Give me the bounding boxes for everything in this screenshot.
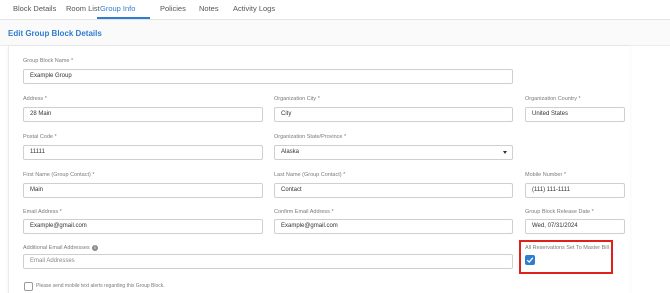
- active-tab-indicator: [97, 17, 150, 19]
- master-bill-label: All Reservations Set To Master Bill: [525, 245, 609, 251]
- email-label: Email Address *: [23, 209, 62, 215]
- org-country-label: Organization Country *: [525, 96, 581, 102]
- tab-activity-logs[interactable]: Activity Logs: [233, 4, 275, 13]
- tab-policies[interactable]: Policies: [160, 4, 186, 13]
- sms-alerts-label: Please send mobile text alerts regarding…: [36, 283, 165, 289]
- sms-alerts-checkbox[interactable]: [24, 282, 33, 291]
- master-bill-checkbox[interactable]: [525, 255, 535, 265]
- mobile-number-label: Mobile Number *: [525, 172, 566, 178]
- org-city-label: Organization City *: [274, 96, 320, 102]
- tab-block-details[interactable]: Block Details: [13, 4, 56, 13]
- postal-code-input[interactable]: 11111: [23, 145, 263, 160]
- org-country-select[interactable]: United States: [525, 107, 625, 122]
- tab-notes[interactable]: Notes: [199, 4, 219, 13]
- chevron-down-icon: [503, 151, 507, 154]
- info-icon: i: [92, 245, 98, 251]
- org-city-input[interactable]: City: [274, 107, 513, 122]
- group-block-name-label: Group Block Name *: [23, 58, 74, 64]
- checkmark-icon: [526, 257, 534, 264]
- additional-emails-input[interactable]: Email Addresses: [23, 254, 513, 269]
- email-input[interactable]: Example@gmail.com: [23, 219, 263, 234]
- release-date-input[interactable]: Wed, 07/31/2024: [525, 219, 625, 234]
- mobile-number-input[interactable]: (111) 111-1111: [525, 183, 625, 198]
- tab-bar: Block Details Room List Group Info Polic…: [0, 0, 670, 20]
- last-name-input[interactable]: Contact: [274, 183, 513, 198]
- first-name-label: First Name (Group Contact) *: [23, 172, 95, 178]
- tab-room-list[interactable]: Room List: [66, 4, 100, 13]
- group-block-name-input[interactable]: Example Group: [23, 69, 513, 84]
- last-name-label: Last Name (Group Contact) *: [274, 172, 346, 178]
- release-date-label: Group Block Release Date *: [525, 209, 594, 215]
- page-title: Edit Group Block Details: [8, 29, 102, 38]
- org-state-select[interactable]: Alaska: [274, 145, 513, 160]
- postal-code-label: Postal Code *: [23, 134, 57, 140]
- org-state-value: Alaska: [281, 149, 300, 155]
- confirm-email-label: Confirm Email Address *: [274, 209, 334, 215]
- address-input[interactable]: 28 Main: [23, 107, 263, 122]
- address-label: Address *: [23, 96, 47, 102]
- additional-emails-label: Additional Email Addresses: [23, 245, 90, 251]
- tab-group-info[interactable]: Group Info: [100, 4, 135, 13]
- org-state-label: Organization State/Province *: [274, 134, 347, 140]
- confirm-email-input[interactable]: Example@gmail.com: [274, 219, 513, 234]
- first-name-input[interactable]: Main: [23, 183, 263, 198]
